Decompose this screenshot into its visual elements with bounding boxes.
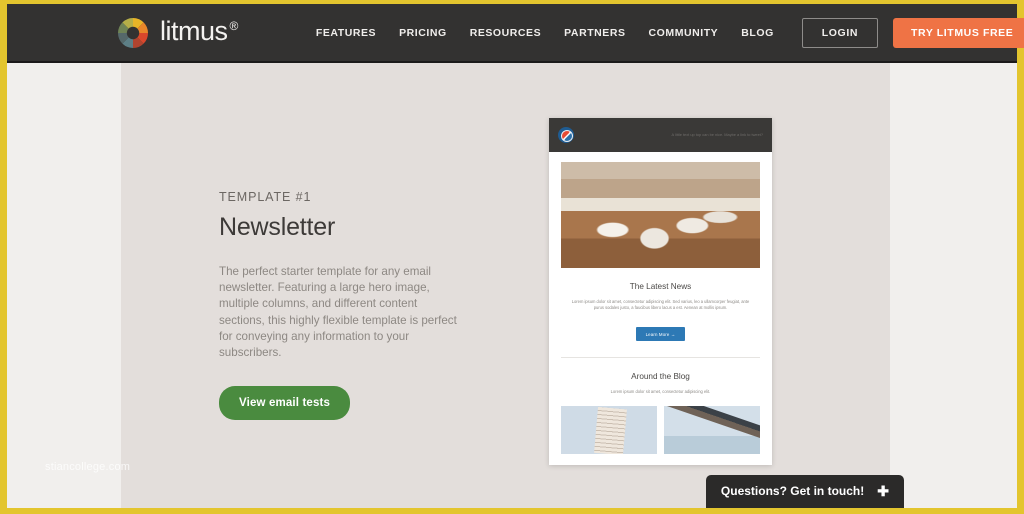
nav-item-features[interactable]: FEATURES [316,27,376,39]
email-section-two-body: Lorem ipsum dolor sit amet, consectetur … [610,389,711,395]
left-gutter [7,63,121,508]
email-hero-image [561,162,760,268]
nav-item-community[interactable]: COMMUNITY [649,27,719,39]
view-email-tests-button[interactable]: View email tests [219,386,351,421]
email-template-preview[interactable]: A little text up top can be nice. Maybe … [549,118,772,465]
primary-nav: FEATURES PRICING RESOURCES PARTNERS COMM… [316,27,774,39]
right-gutter [890,63,1017,508]
suspension-bridge-photo[interactable] [664,406,760,455]
page-frame: litmus ® FEATURES PRICING RESOURCES PARTN… [0,0,1024,514]
plus-icon[interactable]: ✚ [877,484,889,498]
learn-more-button[interactable]: Learn More → [635,327,686,342]
email-section-one-heading: The Latest News [629,282,692,291]
nav-item-blog[interactable]: BLOG [741,27,774,39]
email-cta-wrap: Learn More → [561,323,760,342]
email-preheader-text: A little text up top can be nice. Maybe … [671,132,763,138]
leaning-tower-of-pisa-photo[interactable] [561,406,657,455]
hero-copy: TEMPLATE #1 Newsletter The perfect start… [219,190,469,421]
brand-registered-mark: ® [229,19,239,33]
nav-item-resources[interactable]: RESOURCES [470,27,541,39]
email-brand-logo-icon [558,127,574,143]
brand-name: litmus ® [160,16,238,47]
chat-widget-label: Questions? Get in touch! [720,484,865,498]
template-eyebrow: TEMPLATE #1 [219,190,312,204]
brand-name-text: litmus [160,16,228,46]
brand-logo[interactable]: litmus ® [117,16,238,49]
email-thumbnail-row [561,406,760,455]
email-section-one-body: Lorem ipsum dolor sit amet, consectetur … [571,299,750,311]
email-section-two-heading: Around the Blog [631,372,690,382]
chat-widget[interactable]: Questions? Get in touch! ✚ [705,475,904,508]
email-preheader-bar: A little text up top can be nice. Maybe … [549,118,772,152]
login-button[interactable]: LOGIN [801,17,879,48]
nav-item-partners[interactable]: PARTNERS [564,27,625,39]
email-divider [561,357,760,359]
nav-item-pricing[interactable]: PRICING [399,27,447,39]
try-litmus-free-button[interactable]: TRY LITMUS FREE [893,17,1024,48]
nav-actions: LOGIN TRY LITMUS FREE [801,17,1024,48]
litmus-color-wheel-icon [117,17,149,49]
page-title: Newsletter [219,213,336,241]
top-navigation-bar: litmus ® FEATURES PRICING RESOURCES PARTN… [7,4,1024,63]
hero-description: The perfect starter template for any ema… [219,265,457,360]
email-body: The Latest News Lorem ipsum dolor sit am… [549,152,772,455]
